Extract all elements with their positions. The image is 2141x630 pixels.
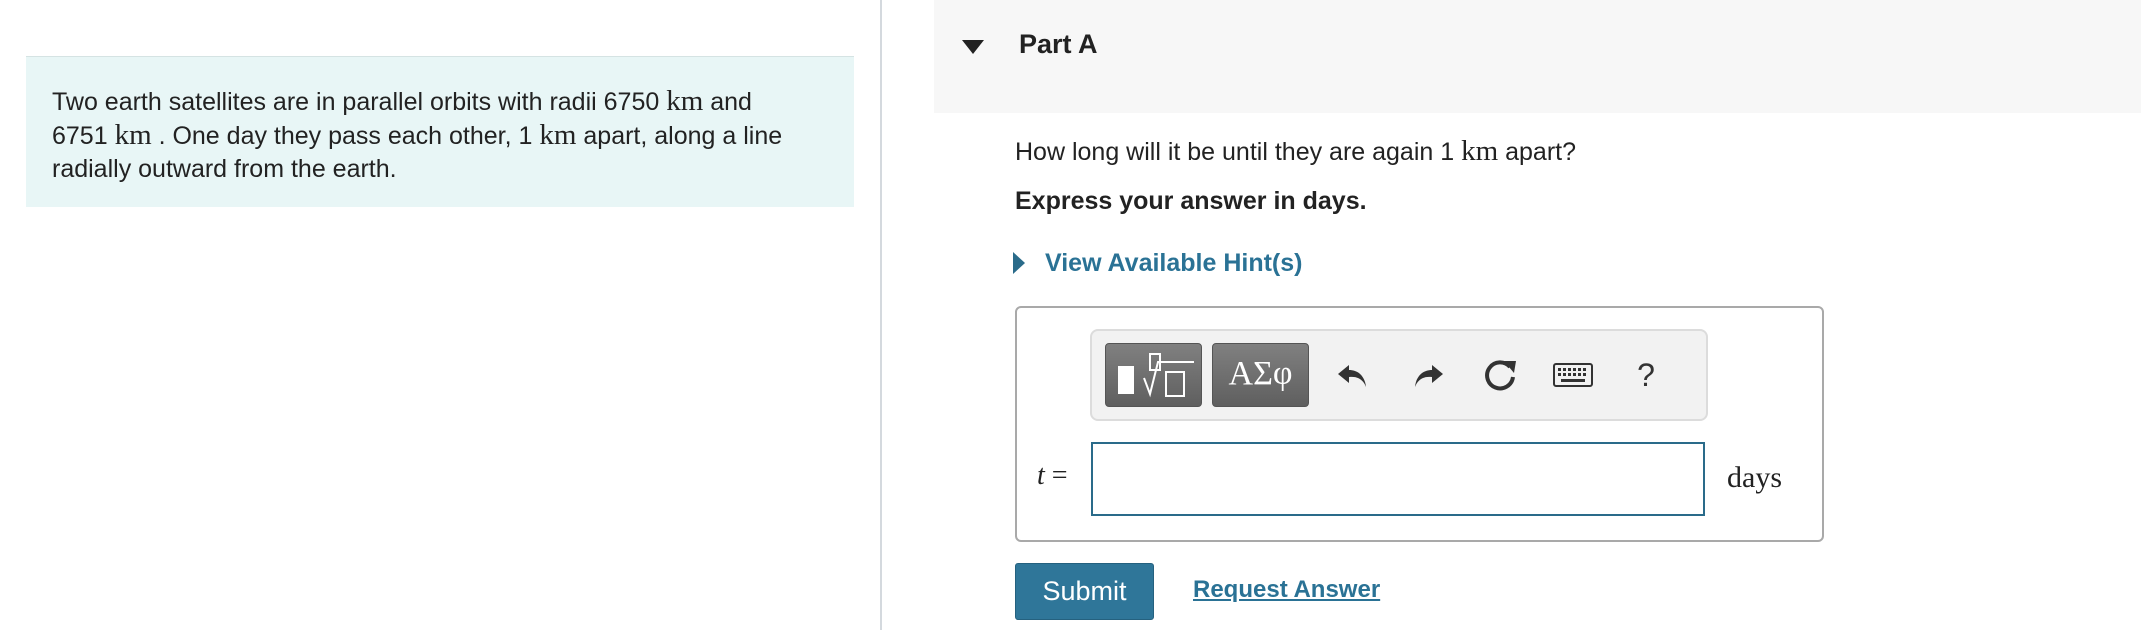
- redo-button[interactable]: [1406, 353, 1450, 397]
- unit-km: km: [666, 85, 704, 117]
- problem-text-5: apart, along a line: [576, 122, 783, 150]
- math-toolbar: ΑΣφ ?: [1090, 329, 1708, 421]
- variable-label: t =: [1037, 460, 1068, 492]
- problem-text-4: . One day they pass each other, 1: [151, 122, 540, 150]
- problem-statement: Two earth satellites are in parallel orb…: [26, 56, 854, 207]
- request-answer-link[interactable]: Request Answer: [1193, 576, 1380, 604]
- help-icon: ?: [1637, 356, 1655, 393]
- view-hints-toggle[interactable]: View Available Hint(s): [1013, 247, 1302, 279]
- equals-sign: =: [1044, 460, 1068, 491]
- variable-symbol: t: [1037, 460, 1045, 491]
- reset-button[interactable]: [1478, 353, 1522, 397]
- part-title: Part A: [1019, 29, 1098, 59]
- question-post: apart?: [1498, 138, 1576, 166]
- submit-button[interactable]: Submit: [1015, 563, 1154, 620]
- question-pre: How long will it be until they are again…: [1015, 138, 1462, 166]
- view-hints-label[interactable]: View Available Hint(s): [1045, 249, 1302, 278]
- undo-button[interactable]: [1331, 353, 1375, 397]
- expand-caret-icon: [1013, 252, 1025, 274]
- help-button[interactable]: ?: [1624, 353, 1668, 397]
- reset-icon: [1485, 360, 1516, 391]
- unit-km: km: [114, 119, 152, 151]
- unit-label: days: [1727, 461, 1782, 494]
- templates-button[interactable]: [1105, 343, 1202, 407]
- greek-symbols-button[interactable]: ΑΣφ: [1212, 343, 1309, 407]
- keyboard-icon: [1553, 363, 1593, 387]
- answer-input[interactable]: [1091, 442, 1705, 516]
- templates-icon: [1118, 353, 1194, 398]
- answer-instruction: Express your answer in days.: [1015, 187, 1367, 215]
- unit-km: km: [539, 119, 577, 151]
- keyboard-button[interactable]: [1551, 353, 1595, 397]
- problem-text-1: Two earth satellites are in parallel orb…: [52, 88, 667, 116]
- collapse-caret-icon[interactable]: [962, 40, 984, 54]
- problem-text-3: 6751: [52, 122, 115, 150]
- page: Two earth satellites are in parallel orb…: [0, 0, 2141, 630]
- part-header[interactable]: Part A: [934, 0, 2141, 113]
- problem-text-6: radially outward from the earth.: [52, 155, 397, 183]
- unit-km: km: [1461, 135, 1499, 167]
- panel-divider: [880, 0, 882, 630]
- answer-box: ΑΣφ ? t = days: [1015, 306, 1824, 542]
- undo-icon: [1338, 365, 1366, 387]
- redo-icon: [1415, 365, 1443, 387]
- problem-text-2: and: [703, 88, 752, 116]
- question-text: How long will it be until they are again…: [1015, 133, 1576, 170]
